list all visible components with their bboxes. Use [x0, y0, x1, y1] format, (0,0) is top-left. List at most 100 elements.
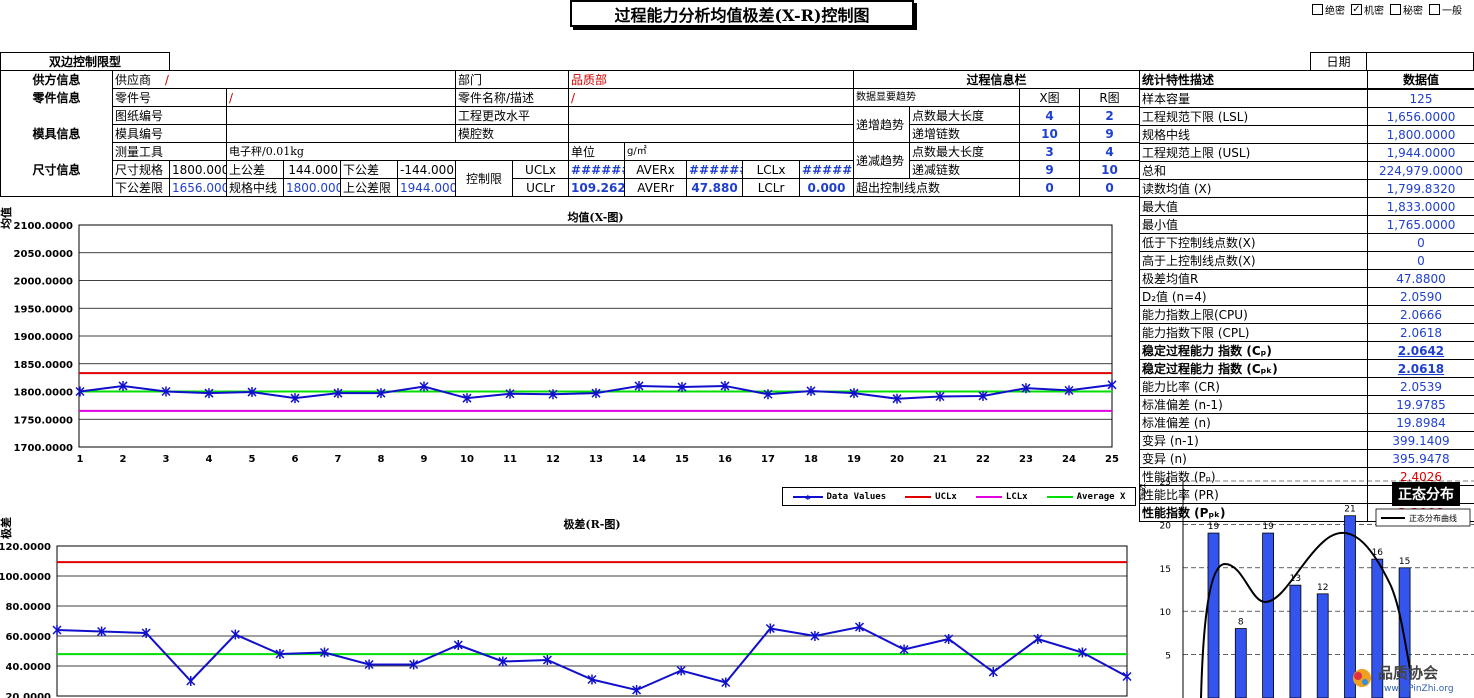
y-tick-label: 15	[1160, 565, 1171, 575]
stats-value: 2.0642	[1367, 341, 1474, 360]
cavity-label: 模腔数	[455, 124, 570, 143]
y-tick-label: 1850.0000	[14, 360, 74, 371]
stats-row: 高于上控制线点数(X) 0	[1139, 251, 1474, 270]
stats-row: 总和 224,979.0000	[1139, 161, 1474, 180]
y-tick-label: 1950.0000	[14, 304, 74, 315]
stats-value: 0	[1367, 233, 1474, 252]
conf-option-2[interactable]: 秘密	[1390, 2, 1423, 17]
legend-avg: Average X	[1046, 492, 1125, 502]
checkbox-checked-icon[interactable]: ✓	[1351, 4, 1362, 15]
x-tick-label: 20	[890, 454, 904, 465]
legend-lcl: LCLx	[975, 492, 1028, 502]
stats-row: 变异 (n-1) 399.1409	[1139, 431, 1474, 450]
lclx-value: #######	[799, 160, 855, 179]
averr-label: AVERr	[624, 178, 688, 197]
bar-label: 19	[1208, 522, 1220, 532]
checkbox-icon[interactable]	[1390, 4, 1401, 15]
center-value: 1800.000	[283, 178, 341, 197]
stats-row: 能力比率 (CR) 2.0539	[1139, 377, 1474, 396]
stats-row: 规格中线 1,800.0000	[1139, 125, 1474, 144]
dec-label: 递减趋势	[853, 142, 910, 179]
x-tick-label: 1	[77, 454, 84, 465]
y-tick-label: 1800.0000	[14, 388, 74, 399]
unit-value[interactable]: g/㎡	[624, 142, 855, 161]
data-point	[988, 667, 998, 677]
stats-value: 125	[1367, 89, 1474, 108]
x-tick-label: 12	[546, 454, 560, 465]
stats-row: 样本容量 125	[1139, 89, 1474, 108]
upper-lim-value: 1944.000	[396, 178, 457, 197]
x-tick-label: 21	[933, 454, 947, 465]
stats-row: 低于下控制线点数(X) 0	[1139, 233, 1474, 252]
histogram-bar	[1316, 593, 1329, 698]
stats-label: 能力指数上限(CPU)	[1139, 305, 1368, 324]
y-tick-label: 120.0000	[0, 542, 51, 553]
normal-legend: 正态分布曲线	[1375, 508, 1471, 527]
part-name-value[interactable]: /	[568, 88, 855, 107]
dept-value[interactable]: 品质部	[568, 70, 855, 89]
upper-tol-value[interactable]: 144.000	[283, 160, 341, 179]
normal-badge: 正态分布	[1392, 482, 1460, 506]
cavity-value[interactable]	[568, 124, 855, 143]
date-label: 日期	[1310, 52, 1367, 71]
mold-no-label: 模具编号	[112, 124, 227, 143]
lower-tol-label: 下公差	[340, 160, 398, 179]
stats-row: 工程规范上限 (USL) 1,944.0000	[1139, 143, 1474, 162]
x-tick-label: 2	[120, 454, 127, 465]
y-tick-label: 40.0000	[5, 662, 51, 673]
stats-row: 标准偏差 (n-1) 19.9785	[1139, 395, 1474, 414]
y-tick-label: 10	[1160, 608, 1172, 618]
eng-change-value[interactable]	[568, 106, 855, 125]
page-title: 过程能力分析均值极差(X-R)控制图	[570, 0, 914, 27]
part-no-value[interactable]: /	[225, 88, 457, 107]
chart-legend: ✱ Data Values UCLx LCLx Average X	[782, 487, 1136, 506]
chain-dec-label: 递减链数	[909, 160, 1020, 179]
range-chart: 极差(R-图) 极差 120.0000 100.0000 80.0000 60.0000 4…	[0, 517, 1132, 698]
spec-value[interactable]: 1800.000	[169, 160, 227, 179]
x-tick-label: 13	[589, 454, 603, 465]
stats-label: 规格中线	[1139, 125, 1368, 144]
trend-label: 数据显要趋势	[853, 88, 1020, 107]
drawing-value[interactable]	[225, 106, 457, 125]
stats-title: 统计特性描述	[1139, 70, 1368, 89]
y-tick-label: 2050.0000	[14, 249, 74, 260]
y-tick-label: 20.0000	[5, 692, 51, 698]
eng-change-label: 工程更改水平	[455, 106, 570, 125]
x-bar-chart: 均值(X-图) 均值 2100.0000 2050.0000 2000.0000 1950…	[0, 207, 1119, 465]
stats-row: 稳定过程能力 指数 (Cₚ) 2.0642	[1139, 341, 1474, 360]
tool-value[interactable]: 电子秤/0.01kg	[225, 142, 570, 161]
date-box: 日期	[1310, 52, 1474, 71]
x-tick-label: 17	[761, 454, 775, 465]
checkbox-icon[interactable]	[1429, 4, 1440, 15]
x-tick-label: 9	[421, 454, 428, 465]
spec-label: 尺寸规格	[112, 160, 170, 179]
cat-size: 尺寸信息	[0, 160, 113, 179]
mold-no-value[interactable]	[225, 124, 457, 143]
lower-tol-value[interactable]: -144.000	[396, 160, 457, 179]
inc-max-r: 2	[1078, 106, 1141, 125]
y-axis-label: 极差	[0, 517, 13, 539]
conf-option-3[interactable]: 一般	[1429, 2, 1462, 17]
upper-tol-label: 上公差	[226, 160, 284, 179]
stats-value-title: 数据值	[1367, 70, 1474, 89]
conf-option-0[interactable]: 绝密	[1312, 2, 1345, 17]
legend-ucl: UCLx	[905, 492, 957, 502]
uclr-value: 109.262	[568, 178, 626, 197]
stats-label: 最大值	[1139, 197, 1368, 216]
y-tick-label: 60.0000	[5, 632, 51, 643]
info-table: 供方信息 供应商 / 部门 品质部 零件信息 零件号 / 零件名称/描述 / 图…	[0, 70, 855, 197]
control-type: 双边控制限型	[0, 52, 170, 71]
x-tick-label: 23	[1019, 454, 1033, 465]
chain-inc-label: 递增链数	[909, 124, 1020, 143]
stats-value: 1,765.0000	[1367, 215, 1474, 234]
date-value[interactable]	[1366, 52, 1474, 71]
center-label: 规格中线	[226, 178, 284, 197]
drawing-label: 图纸编号	[112, 106, 227, 125]
bar-label: 8	[1238, 618, 1244, 628]
y-tick-label: 1900.0000	[14, 332, 74, 343]
x-tick-label: 3	[163, 454, 170, 465]
conf-option-1[interactable]: ✓ 机密	[1351, 2, 1384, 17]
lower-lim-value: 1656.000	[169, 178, 227, 197]
checkbox-icon[interactable]	[1312, 4, 1323, 15]
confidentiality-options: 绝密 ✓ 机密 秘密 一般	[1312, 2, 1462, 17]
